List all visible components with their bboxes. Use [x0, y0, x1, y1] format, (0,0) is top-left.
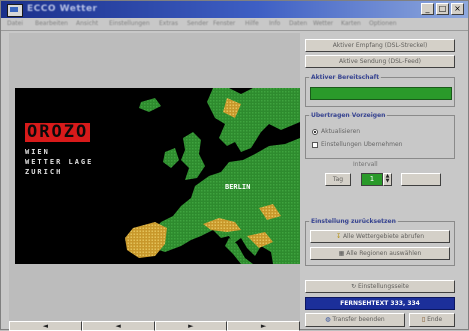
reset-group-title: Einstellung zurücksetzen	[309, 218, 398, 225]
settings-button[interactable]: ↻ Einstellungsseite	[305, 280, 455, 293]
send-button-label: Aktive Sendung (DSL-Feed)	[338, 58, 421, 65]
update-radio-row[interactable]: Aktualisieren	[312, 128, 360, 135]
select-regions-label: Alle Regionen auswählen	[346, 250, 422, 257]
menu-item[interactable]: Optionen	[369, 18, 397, 30]
receive-button-label: Aktiver Empfang (DSL-Streckel)	[332, 42, 428, 49]
close-button[interactable]: ×	[451, 3, 464, 15]
minimize-button[interactable]: _	[421, 3, 434, 15]
end-transfer-label: Transfer beenden	[332, 316, 385, 323]
end-transfer-button[interactable]: ◍ Transfer beenden	[305, 313, 405, 327]
application-window: ECCO Wetter _ □ × Datei Bearbeiten Ansic…	[0, 0, 469, 331]
menu-item[interactable]: Ansicht	[76, 18, 98, 30]
land-scandinavia	[207, 88, 300, 152]
standby-group: Aktiver Bereitschaft	[305, 74, 455, 107]
europe-map-graphic	[125, 88, 300, 264]
window-title: ECCO Wetter	[27, 4, 98, 14]
title-bar[interactable]: ECCO Wetter _ □ ×	[1, 1, 468, 18]
update-radio[interactable]	[312, 128, 318, 135]
control-sidebar: Aktiver Empfang (DSL-Streckel) Aktive Se…	[303, 33, 466, 329]
menu-item[interactable]: Einstellungen	[109, 18, 150, 30]
window-controls: _ □ ×	[421, 3, 464, 15]
door-icon: ▯	[421, 316, 426, 323]
interval-extra-button[interactable]	[401, 173, 441, 186]
logo-line: ZURICH	[25, 168, 63, 176]
refresh-icon: ↻	[351, 283, 357, 290]
menu-item[interactable]: Datei	[7, 18, 23, 30]
menu-item[interactable]: Karten	[341, 18, 361, 30]
apply-checkbox[interactable]	[312, 141, 318, 148]
settings-button-label: Einstellungsseite	[358, 283, 409, 290]
grid-icon: ▦	[338, 250, 345, 257]
weather-map[interactable]: OROZO WIEN WETTER LAGE ZURICH BERLIN	[15, 88, 300, 264]
exit-button[interactable]: ▯ Ende	[409, 313, 455, 327]
channel-logo: OROZO	[25, 122, 91, 142]
reset-group: Einstellung zurücksetzen ↧ Alle Wetterge…	[305, 218, 455, 266]
interval-spinner[interactable]: ▲ ▼	[383, 173, 392, 186]
menu-item[interactable]: Hilfe	[245, 18, 259, 30]
standby-group-title: Aktiver Bereitschaft	[309, 74, 382, 81]
apply-checkbox-label: Einstellungen Übernehmen	[321, 141, 403, 148]
transfer-group: Übertragen Vorzeigen Aktualisieren Einst…	[305, 112, 455, 159]
interval-unit-button[interactable]: Tag	[325, 173, 351, 186]
menu-item[interactable]: Sender	[187, 18, 208, 30]
menu-item[interactable]: Info	[269, 18, 280, 30]
receive-button[interactable]: Aktiver Empfang (DSL-Streckel)	[305, 39, 455, 52]
logo-line: WIEN	[25, 148, 50, 156]
teletext-status-bar: FERNSEHTEXT 333, 334	[305, 297, 455, 310]
interval-unit-label: Tag	[332, 176, 344, 183]
exit-button-label: Ende	[427, 316, 443, 323]
status-indicator	[310, 87, 452, 100]
interval-value[interactable]: 1	[361, 173, 383, 186]
logo-line: WETTER LAGE	[25, 158, 94, 166]
land-british-isles	[181, 132, 205, 180]
fetch-all-button[interactable]: ↧ Alle Wettergebiete abrufen	[310, 230, 450, 243]
update-radio-label: Aktualisieren	[321, 128, 361, 135]
menu-item[interactable]: Wetter	[313, 18, 333, 30]
maximize-button[interactable]: □	[436, 3, 449, 15]
menu-item[interactable]: Bearbeiten	[35, 18, 68, 30]
app-icon	[7, 4, 23, 17]
download-icon: ↧	[336, 233, 342, 240]
apply-checkbox-row[interactable]: Einstellungen Übernehmen	[312, 141, 402, 148]
send-button[interactable]: Aktive Sendung (DSL-Feed)	[305, 55, 455, 68]
menu-bar: Datei Bearbeiten Ansicht Einstellungen E…	[1, 18, 468, 31]
transfer-group-title: Übertragen Vorzeigen	[309, 112, 388, 119]
globe-icon: ◍	[325, 316, 331, 323]
select-regions-button[interactable]: ▦ Alle Regionen auswählen	[310, 247, 450, 260]
menu-item[interactable]: Extras	[159, 18, 178, 30]
interval-caption: Intervall	[353, 161, 378, 168]
fetch-all-label: Alle Wettergebiete abrufen	[342, 233, 424, 240]
spin-down-icon[interactable]: ▼	[384, 179, 391, 184]
land-iberia	[125, 222, 167, 258]
city-label: BERLIN	[225, 183, 251, 191]
menu-item[interactable]: Daten	[289, 18, 307, 30]
menu-item[interactable]: Fenster	[213, 18, 235, 30]
